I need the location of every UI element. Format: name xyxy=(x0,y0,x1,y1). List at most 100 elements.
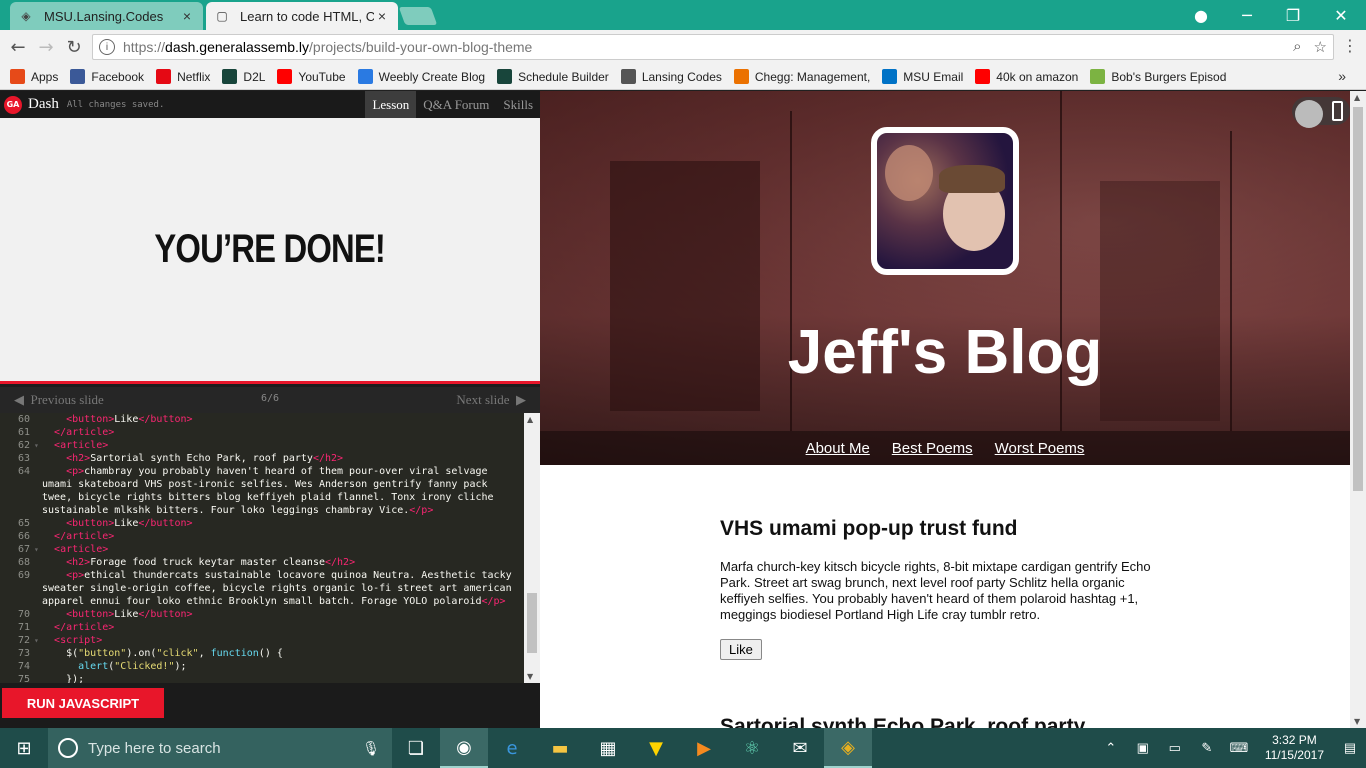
microphone-icon[interactable]: 🎙 xyxy=(362,740,380,757)
chrome-icon[interactable]: ◉ xyxy=(440,728,488,768)
new-tab-button[interactable] xyxy=(398,7,438,25)
forward-arrow-icon[interactable]: → xyxy=(34,35,58,59)
media-player-icon[interactable]: ▶ xyxy=(680,728,728,768)
code-line[interactable]: 66 </article> xyxy=(0,530,524,543)
bookmark-item[interactable]: Lansing Codes xyxy=(620,69,722,84)
taskbar-search[interactable]: Type here to search 🎙 xyxy=(48,728,392,768)
code-line[interactable]: 64 <p>chambray you probably haven't hear… xyxy=(0,465,524,517)
bookmark-item[interactable]: 40k on amazon xyxy=(975,69,1078,84)
save-status: All changes saved. xyxy=(66,99,165,110)
profile-icon[interactable]: ● xyxy=(1178,0,1224,30)
bookmark-item[interactable]: Facebook xyxy=(70,69,144,84)
keyboard-icon[interactable]: ⌨ xyxy=(1223,740,1255,756)
mail-icon[interactable]: ✉ xyxy=(776,728,824,768)
code-line[interactable]: 73 $("button").on("click", function() { xyxy=(0,647,524,660)
pen-icon[interactable]: ✎ xyxy=(1191,740,1223,756)
code-line[interactable]: 75 }); xyxy=(0,673,524,683)
code-line[interactable]: 60 <button>Like</button> xyxy=(0,413,524,426)
fold-arrow-icon[interactable]: ▾ xyxy=(34,634,42,647)
info-icon[interactable]: i xyxy=(99,39,115,55)
code-line[interactable]: 67 ▾ <article> xyxy=(0,543,524,556)
code-line[interactable]: 72 ▾ <script> xyxy=(0,634,524,647)
store-icon[interactable]: ▦ xyxy=(584,728,632,768)
windows-start-icon[interactable]: ⊞ xyxy=(0,728,48,768)
tab-lesson[interactable]: Lesson xyxy=(365,91,417,118)
preview-scrollbar[interactable]: ▲ ▼ xyxy=(1350,91,1366,728)
scroll-down-icon[interactable]: ▼ xyxy=(1354,717,1360,726)
nav-worst-poems[interactable]: Worst Poems xyxy=(995,440,1085,457)
editor-scrollbar[interactable]: ▲ ▼ xyxy=(524,413,540,683)
code-text: <p>ethical thundercats sustainable locav… xyxy=(42,570,518,607)
mobile-view-icon[interactable] xyxy=(1332,101,1343,121)
bookmark-item[interactable]: YouTube xyxy=(277,69,346,84)
scrollbar-thumb[interactable] xyxy=(1353,107,1363,491)
minimize-button[interactable]: ─ xyxy=(1224,0,1270,30)
code-line[interactable]: 71 </article> xyxy=(0,621,524,634)
network-warning-icon[interactable]: ▣ xyxy=(1127,740,1159,756)
fold-gutter xyxy=(34,569,42,608)
line-number: 68 xyxy=(17,557,30,568)
like-button[interactable]: Like xyxy=(720,639,762,660)
desktop-view-icon[interactable] xyxy=(1295,100,1323,128)
chrome-menu-icon[interactable]: ⋮ xyxy=(1342,36,1358,55)
clock[interactable]: 3:32 PM 11/15/2017 xyxy=(1255,733,1334,763)
scrollbar-thumb[interactable] xyxy=(527,593,537,653)
line-number: 65 xyxy=(17,518,30,529)
restore-button[interactable]: ❐ xyxy=(1270,0,1316,30)
bookmark-item[interactable]: Apps xyxy=(10,69,58,84)
address-bar[interactable]: i https://dash.generalassemb.ly/projects… xyxy=(92,34,1334,60)
bookmark-item[interactable]: Weebly Create Blog xyxy=(357,69,485,84)
previous-slide-button[interactable]: ◀ Previous slide xyxy=(14,392,104,408)
task-view-icon[interactable]: ❏ xyxy=(392,728,440,768)
bookmark-item[interactable]: Schedule Builder xyxy=(497,69,609,84)
code-text: </article> xyxy=(54,622,115,633)
code-line[interactable]: 63 <h2>Sartorial synth Echo Park, roof p… xyxy=(0,452,524,465)
fold-arrow-icon[interactable]: ▾ xyxy=(34,543,42,556)
nav-best-poems[interactable]: Best Poems xyxy=(892,440,973,457)
back-arrow-icon[interactable]: ← xyxy=(6,35,30,59)
bookmark-item[interactable]: Bob's Burgers Episod xyxy=(1090,69,1226,84)
code-line[interactable]: 69 <p>ethical thundercats sustainable lo… xyxy=(0,569,524,608)
close-tab-icon[interactable]: × xyxy=(179,8,195,24)
close-tab-icon[interactable]: × xyxy=(374,8,390,24)
nav-about-me[interactable]: About Me xyxy=(806,440,870,457)
tab-skills[interactable]: Skills xyxy=(496,91,540,118)
hulu-icon xyxy=(1090,69,1106,84)
bookmark-item[interactable]: MSU Email xyxy=(882,69,963,84)
line-number: 75 xyxy=(17,674,30,683)
bookmark-item[interactable]: Netflix xyxy=(156,69,210,84)
next-slide-button[interactable]: Next slide ▶ xyxy=(456,392,526,408)
lansing-codes-app-icon[interactable]: ◈ xyxy=(824,728,872,768)
code-line[interactable]: 61 </article> xyxy=(0,426,524,439)
fold-arrow-icon[interactable]: ▾ xyxy=(34,439,42,452)
edge-icon[interactable]: e xyxy=(488,728,536,768)
norton-icon[interactable]: ▼ xyxy=(632,728,680,768)
scroll-up-icon[interactable]: ▲ xyxy=(527,415,533,424)
atom-icon[interactable]: ⚛ xyxy=(728,728,776,768)
run-javascript-button[interactable]: RUN JAVASCRIPT xyxy=(2,688,164,718)
notifications-icon[interactable]: ▤ xyxy=(1334,740,1366,756)
code-line[interactable]: 62 ▾ <article> xyxy=(0,439,524,452)
file-explorer-icon[interactable]: ▬ xyxy=(536,728,584,768)
code-line[interactable]: 74 alert("Clicked!"); xyxy=(0,660,524,673)
code-editor[interactable]: 60 <button>Like</button> 61 </article> 62 ▾… xyxy=(0,413,524,683)
star-bookmark-icon[interactable]: ☆ xyxy=(1314,38,1327,56)
scroll-up-icon[interactable]: ▲ xyxy=(1354,93,1360,102)
bookmark-item[interactable]: Chegg: Management, xyxy=(733,69,870,84)
zoom-icon[interactable]: ⌕ xyxy=(1293,38,1301,56)
tab-learn-to-code[interactable]: ▢ Learn to code HTML, CSS × xyxy=(206,2,398,30)
code-line[interactable]: 70 <button>Like</button> xyxy=(0,608,524,621)
battery-icon[interactable]: ▭ xyxy=(1159,740,1191,756)
chevron-up-icon[interactable]: ⌃ xyxy=(1095,740,1127,756)
bookmark-item[interactable]: D2L xyxy=(222,69,265,84)
tab-msu-lansing-codes[interactable]: ◈ MSU.Lansing.Codes × xyxy=(10,2,203,30)
tab-qa-forum[interactable]: Q&A Forum xyxy=(416,91,496,118)
device-toggle[interactable] xyxy=(1292,97,1350,128)
code-line[interactable]: 68 <h2>Forage food truck keytar master c… xyxy=(0,556,524,569)
scroll-down-icon[interactable]: ▼ xyxy=(527,672,533,681)
close-window-button[interactable]: ✕ xyxy=(1318,0,1364,30)
reload-icon[interactable]: ↻ xyxy=(62,35,86,59)
d2l-icon xyxy=(222,69,238,84)
code-line[interactable]: 65 <button>Like</button> xyxy=(0,517,524,530)
bookmarks-overflow-icon[interactable]: » xyxy=(1338,68,1346,84)
